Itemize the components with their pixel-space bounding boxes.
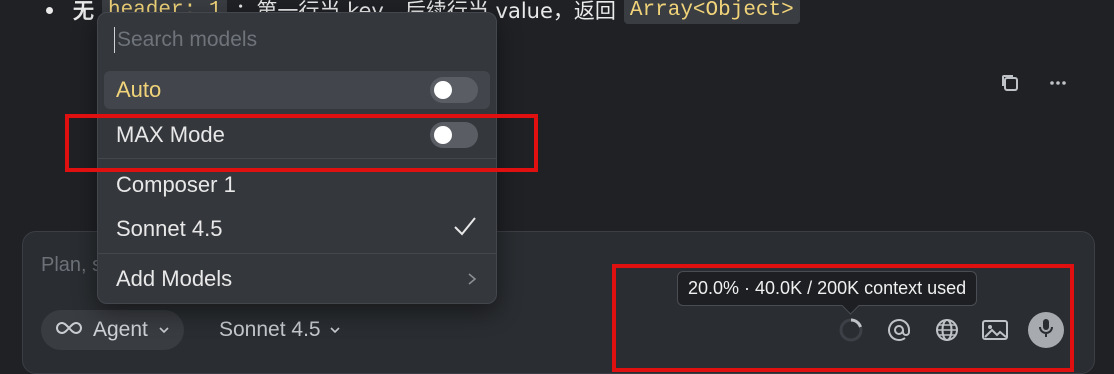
menu-item-sonnet-4-5[interactable]: Sonnet 4.5 (104, 210, 490, 248)
ellipsis-icon[interactable] (1044, 69, 1072, 97)
annotation-box-max-mode (65, 114, 538, 172)
agent-label: Agent (93, 318, 148, 341)
menu-item-add-models[interactable]: Add Models (104, 260, 490, 298)
checkmark-icon (452, 215, 478, 243)
chevron-down-icon (329, 318, 341, 342)
menu-item-label: Add Models (116, 266, 233, 291)
message-prefix: 无 (73, 0, 94, 23)
model-search-input[interactable]: Search models (114, 27, 257, 53)
model-selector[interactable]: Sonnet 4.5 (219, 318, 341, 342)
menu-item-label: Sonnet 4.5 (116, 216, 223, 241)
auto-toggle[interactable] (430, 77, 478, 103)
menu-divider (98, 253, 496, 254)
menu-item-label: Composer 1 (116, 172, 236, 197)
annotation-box-context-icons (612, 264, 1074, 372)
toggle-knob (434, 81, 452, 99)
menu-item-auto[interactable]: Auto (104, 71, 490, 109)
model-label: Sonnet 4.5 (219, 318, 321, 341)
menu-item-label: Auto (116, 77, 162, 102)
infinity-icon (55, 318, 83, 342)
chevron-down-icon (158, 318, 170, 342)
inline-code-array: Array<Object> (623, 0, 800, 24)
copy-icon[interactable] (996, 69, 1024, 97)
chevron-right-icon (466, 266, 478, 292)
text-caret (114, 27, 115, 53)
agent-mode-button[interactable]: Agent (41, 310, 184, 350)
bullet-dot (46, 6, 53, 14)
search-placeholder: Search models (117, 28, 258, 51)
